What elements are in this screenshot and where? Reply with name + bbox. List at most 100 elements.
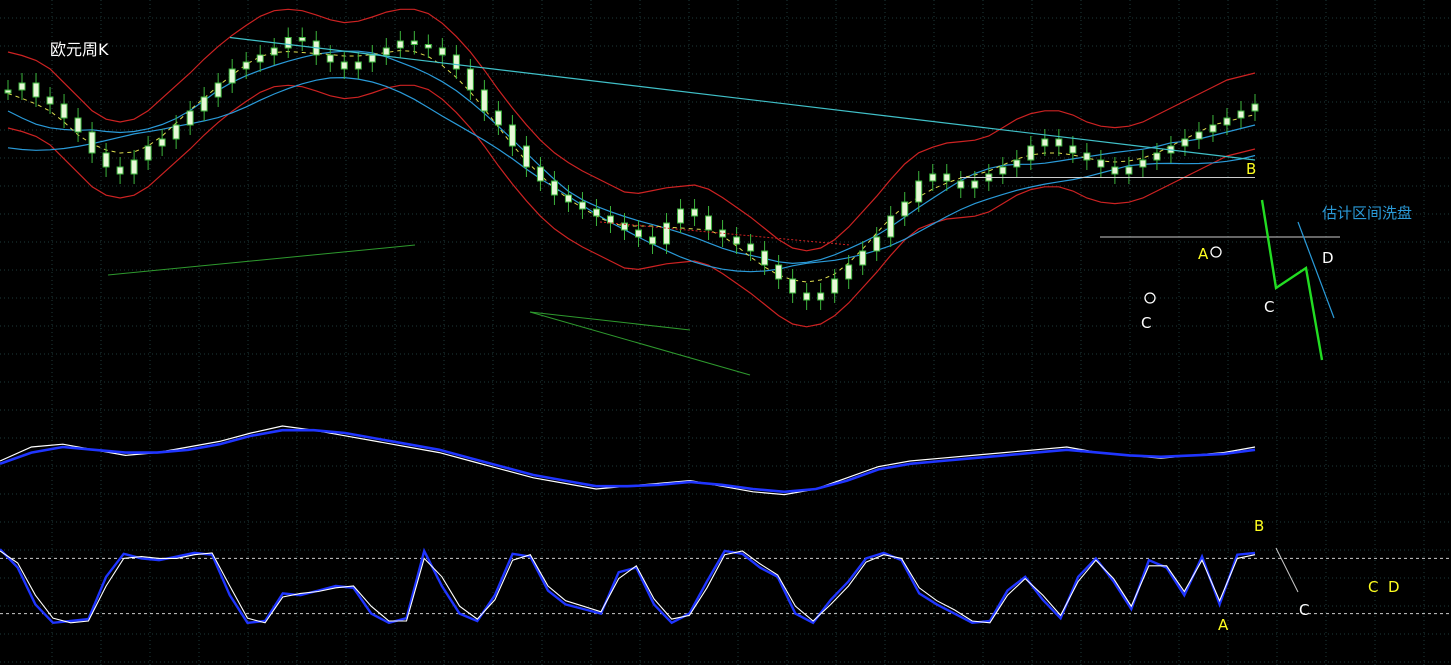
candle-body (186, 110, 194, 126)
indicator-1-line-white (0, 425, 1256, 496)
candle-body (284, 37, 292, 49)
candle-body (1083, 152, 1091, 161)
candle-body (789, 278, 797, 294)
candle-body (887, 215, 895, 238)
candle-body (130, 159, 138, 175)
candle-body (761, 250, 769, 266)
candle-body (971, 180, 979, 189)
candle-body (1055, 138, 1063, 147)
marker-circle-c (1144, 292, 1156, 304)
oscillator-line-blue (0, 547, 1256, 625)
candle-body (1013, 159, 1021, 168)
candle-body (536, 166, 544, 182)
candle-body (817, 292, 825, 301)
candle-body (803, 292, 811, 301)
candle-body (1027, 145, 1035, 161)
candle-body (1237, 110, 1245, 119)
candle-body (915, 180, 923, 203)
candle-body (1125, 166, 1133, 175)
candle-body (88, 131, 96, 154)
candle-body (466, 68, 474, 91)
candle-body (508, 124, 516, 147)
annotation-top-d: D (1322, 249, 1334, 267)
candle-body (368, 54, 376, 63)
candle-body (999, 166, 1007, 175)
candle-body (4, 89, 12, 94)
candle-body (677, 208, 685, 224)
candle-body (424, 44, 432, 49)
candle-body (522, 145, 530, 168)
annotation-bottom-c: C (1299, 601, 1309, 619)
candle-body (172, 124, 180, 140)
candle-body (705, 215, 713, 231)
candle-body (256, 54, 264, 63)
candle-body (831, 278, 839, 294)
candle-body (410, 40, 418, 45)
candle-body (873, 236, 881, 252)
bollinger-lower (7, 84, 1256, 328)
candle-body (18, 82, 26, 91)
candle-body (452, 54, 460, 70)
candle-body (438, 47, 446, 56)
candle-body (102, 152, 110, 168)
marker-circle-a (1210, 246, 1222, 258)
upper-trendline (229, 36, 1256, 161)
candle-body (578, 201, 586, 210)
moving-average-1 (7, 50, 1256, 265)
green-trendline-2 (529, 311, 751, 376)
candle-body (480, 89, 488, 112)
candle-body (494, 110, 502, 126)
candle-body (1251, 103, 1259, 112)
candle-body (270, 47, 278, 56)
candle-body (354, 61, 362, 70)
candle-body (242, 61, 250, 70)
price-chart: 估计区间洗盘 B A C C D B A C C D (0, 0, 1451, 665)
chart-title: 欧元周K (50, 40, 109, 59)
candle-body (1111, 166, 1119, 175)
candle-body (1195, 131, 1203, 140)
candle-body (1097, 159, 1105, 168)
candle-body (326, 54, 334, 63)
candle-body (775, 264, 783, 280)
candle-body (649, 236, 657, 245)
oscillator-projection (1275, 547, 1299, 593)
oscillator-line-white (0, 550, 1256, 624)
candle-body (60, 103, 68, 119)
candle-body (32, 82, 40, 98)
candle-body (929, 173, 937, 182)
candle-body (214, 82, 222, 98)
candle-body (1139, 159, 1147, 168)
candle-body (382, 47, 390, 56)
bollinger-upper (7, 8, 1256, 252)
candle-body (635, 229, 643, 238)
candle-body (116, 166, 124, 175)
candle-body (564, 194, 572, 203)
indicator-panel-1 (0, 425, 1256, 496)
candle-body (1181, 138, 1189, 147)
annotation-top-a: A (1198, 245, 1209, 263)
candle-body (663, 222, 671, 245)
candle-body (1153, 152, 1161, 161)
annotation-bottom-a: A (1218, 616, 1229, 634)
candle-body (1041, 138, 1049, 147)
annotation-top-c1: C (1141, 314, 1151, 332)
annotation-bottom-cd: C D (1368, 578, 1400, 596)
candle-body (747, 243, 755, 252)
candle-body (74, 117, 82, 133)
candle-body (1069, 145, 1077, 154)
candle-body (1209, 124, 1217, 133)
candle-body (144, 145, 152, 161)
annotation-bottom-b: B (1254, 517, 1264, 535)
candle-body (606, 215, 614, 224)
candle-body (158, 138, 166, 147)
indicator-panel-2 (0, 547, 1451, 625)
candle-body (592, 208, 600, 217)
candle-body (298, 37, 306, 42)
candle-body (733, 236, 741, 245)
annotation-top-c2: C (1264, 298, 1274, 316)
annotation-top-b: B (1246, 160, 1256, 178)
candle-body (46, 96, 54, 105)
candle-body (957, 180, 965, 189)
annotation-wash-text: 估计区间洗盘 (1322, 204, 1412, 222)
candle-body (550, 180, 558, 196)
